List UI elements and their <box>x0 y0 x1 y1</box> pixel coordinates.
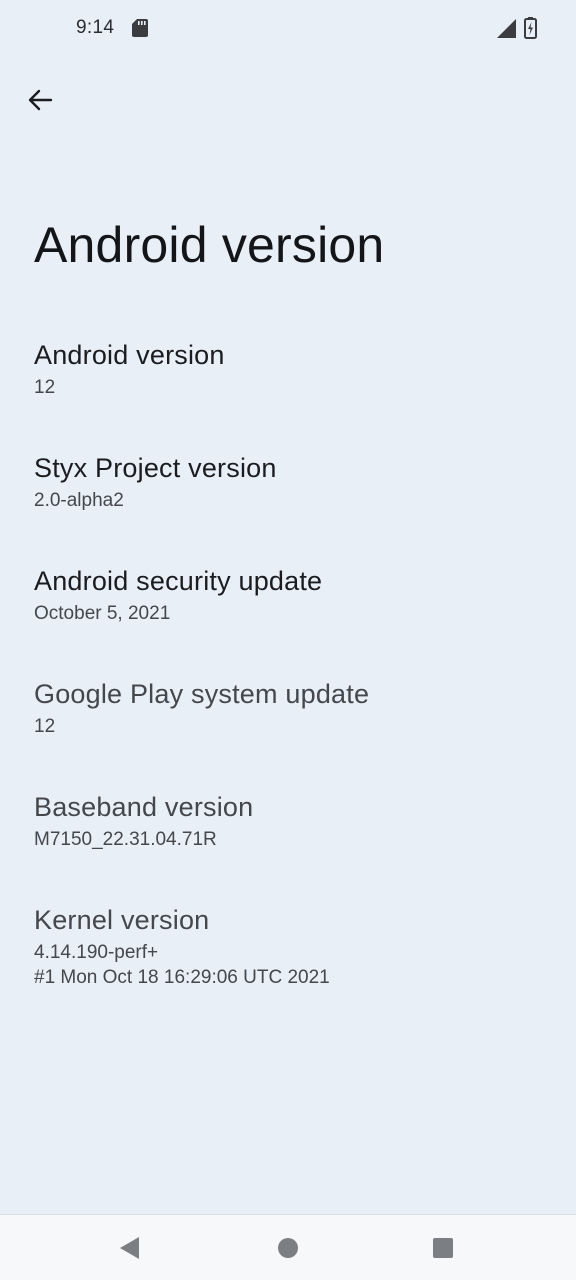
preference-list: Android version 12 Styx Project version … <box>0 330 576 1008</box>
pref-title: Styx Project version <box>34 453 277 483</box>
pref-title: Baseband version <box>34 792 254 822</box>
nav-recents-button[interactable] <box>403 1215 483 1280</box>
pref-title: Google Play system update <box>34 679 370 709</box>
pref-summary-line: October 5, 2021 <box>34 603 171 624</box>
signal-icon <box>497 19 516 38</box>
pref-summary: 4.14.190-perf+ #1 Mon Oct 18 16:29:06 UT… <box>34 940 542 990</box>
pref-summary-line: M7150_22.31.04.71R <box>34 829 217 850</box>
pref-summary-line: #1 Mon Oct 18 16:29:06 UTC 2021 <box>34 967 330 988</box>
arrow-back-icon <box>28 89 53 111</box>
pref-summary: 2.0-alpha2 <box>34 488 542 513</box>
pref-summary: October 5, 2021 <box>34 601 542 626</box>
pref-android-version[interactable]: Android version 12 <box>0 330 576 443</box>
navigation-bar <box>0 1214 576 1280</box>
battery-charging-icon <box>524 17 537 39</box>
nav-back-button[interactable] <box>90 1215 170 1280</box>
page-title: Android version <box>34 217 385 273</box>
pref-styx-project-version[interactable]: Styx Project version 2.0-alpha2 <box>0 443 576 556</box>
pref-google-play-system-update[interactable]: Google Play system update 12 <box>0 669 576 782</box>
settings-screen: 9:14 Android version Android version 12 <box>0 0 576 1280</box>
pref-summary-line: 4.14.190-perf+ <box>34 942 159 963</box>
nav-recents-icon <box>433 1238 453 1258</box>
status-bar: 9:14 <box>0 0 576 56</box>
pref-summary-line: 2.0-alpha2 <box>34 490 124 511</box>
pref-summary: M7150_22.31.04.71R <box>34 827 542 852</box>
nav-home-button[interactable] <box>248 1215 328 1280</box>
pref-summary: 12 <box>34 714 542 739</box>
nav-home-icon <box>278 1238 298 1258</box>
pref-title: Android version <box>34 340 225 370</box>
pref-kernel-version[interactable]: Kernel version 4.14.190-perf+ #1 Mon Oct… <box>0 895 576 1008</box>
nav-back-icon <box>120 1237 139 1259</box>
pref-summary-line: 12 <box>34 716 56 737</box>
pref-summary-line: 12 <box>34 377 56 398</box>
pref-summary: 12 <box>34 375 542 400</box>
pref-baseband-version[interactable]: Baseband version M7150_22.31.04.71R <box>0 782 576 895</box>
pref-title: Android security update <box>34 566 323 596</box>
pref-security-update[interactable]: Android security update October 5, 2021 <box>0 556 576 669</box>
status-time: 9:14 <box>76 17 115 38</box>
sd-card-icon <box>132 19 148 37</box>
back-button[interactable] <box>16 78 64 122</box>
pref-title: Kernel version <box>34 905 210 935</box>
